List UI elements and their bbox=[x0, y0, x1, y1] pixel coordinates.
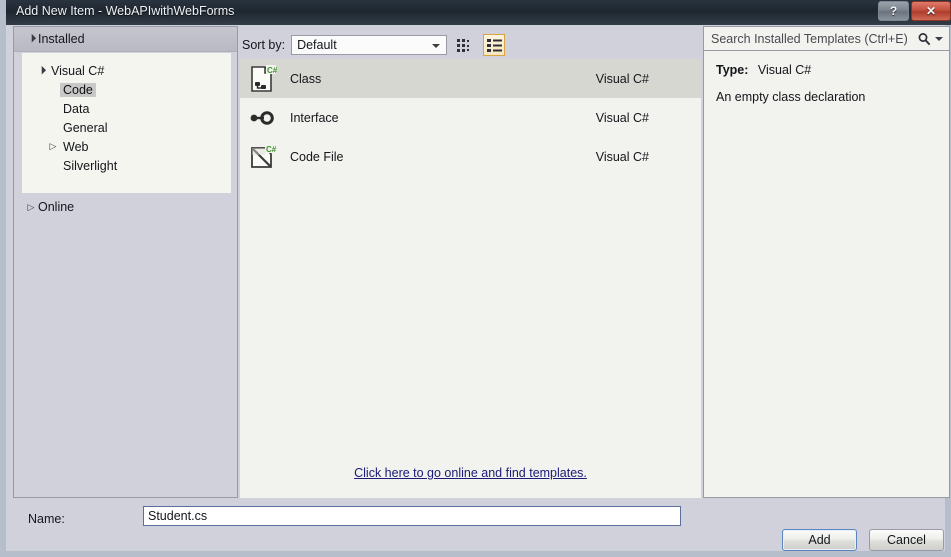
template-details-panel: Type: Visual C# An empty class declarati… bbox=[703, 51, 950, 498]
tree-node-list: Visual C# Code Data General Web Silverli… bbox=[22, 53, 231, 193]
tree-node-data[interactable]: Data bbox=[22, 99, 231, 118]
search-templates-box[interactable]: Search Installed Templates (Ctrl+E) bbox=[703, 26, 950, 51]
list-view-icon bbox=[487, 39, 502, 52]
add-new-item-dialog: Add New Item - WebAPIwithWebForms ? ✕ In… bbox=[0, 0, 951, 557]
interface-icon bbox=[246, 102, 278, 134]
tree-node-silverlight-label: Silverlight bbox=[60, 159, 120, 173]
tree-group-installed-label: Installed bbox=[38, 32, 85, 46]
dialog-title: Add New Item - WebAPIwithWebForms bbox=[16, 4, 234, 18]
tree-group-online-label: Online bbox=[38, 200, 74, 214]
tree-node-visual-csharp[interactable]: Visual C# bbox=[22, 61, 231, 80]
chevron-down-icon[interactable] bbox=[935, 37, 943, 41]
template-item-interface-name: Interface bbox=[290, 111, 339, 125]
tree-node-web[interactable]: Web bbox=[22, 137, 231, 156]
search-input[interactable]: Search Installed Templates (Ctrl+E) bbox=[711, 32, 917, 46]
template-item-code-file[interactable]: C# Code File Visual C# bbox=[240, 137, 701, 176]
template-type-value: Visual C# bbox=[758, 63, 811, 77]
template-description: An empty class declaration bbox=[716, 90, 939, 104]
svg-text:C#: C# bbox=[267, 66, 277, 75]
sort-toolbar: Sort by: Default bbox=[242, 33, 697, 57]
template-item-code-file-name: Code File bbox=[290, 150, 344, 164]
name-label: Name: bbox=[28, 512, 65, 526]
chevron-right-icon[interactable] bbox=[46, 142, 60, 151]
search-icon bbox=[917, 32, 931, 46]
add-button[interactable]: Add bbox=[782, 529, 857, 551]
tree-node-general[interactable]: General bbox=[22, 118, 231, 137]
close-button[interactable]: ✕ bbox=[911, 1, 951, 21]
sort-by-label: Sort by: bbox=[242, 38, 285, 52]
template-type-row: Type: Visual C# bbox=[716, 63, 939, 77]
tree-node-visual-csharp-label: Visual C# bbox=[48, 64, 107, 78]
template-item-class[interactable]: C# Class Visual C# bbox=[240, 59, 701, 98]
svg-text:C#: C# bbox=[266, 145, 277, 154]
template-item-class-language: Visual C# bbox=[596, 72, 649, 86]
medium-icons-view-icon bbox=[457, 38, 473, 52]
chevron-right-icon[interactable] bbox=[24, 203, 38, 212]
dialog-body: Installed Visual C# Code Data General bbox=[12, 25, 951, 551]
class-file-icon: C# bbox=[246, 63, 278, 95]
online-templates-link-area: Click here to go online and find templat… bbox=[240, 463, 701, 498]
online-templates-link[interactable]: Click here to go online and find templat… bbox=[354, 466, 587, 480]
chevron-down-icon[interactable] bbox=[24, 35, 38, 43]
code-file-icon: C# bbox=[246, 141, 278, 173]
chevron-down-icon[interactable] bbox=[34, 67, 48, 75]
tree-node-web-label: Web bbox=[60, 140, 91, 154]
sort-by-dropdown[interactable]: Default bbox=[291, 35, 447, 55]
template-item-class-name: Class bbox=[290, 72, 321, 86]
template-item-code-file-language: Visual C# bbox=[596, 150, 649, 164]
name-input[interactable] bbox=[143, 506, 681, 526]
template-item-interface-language: Visual C# bbox=[596, 111, 649, 125]
tree-group-installed[interactable]: Installed bbox=[14, 27, 237, 52]
tree-node-general-label: General bbox=[60, 121, 110, 135]
template-type-label: Type: bbox=[716, 63, 748, 77]
sort-by-value: Default bbox=[297, 38, 337, 52]
templates-list-panel: Sort by: Default bbox=[238, 26, 703, 498]
tree-node-code[interactable]: Code bbox=[22, 80, 231, 99]
tree-node-code-label: Code bbox=[60, 83, 96, 97]
help-button[interactable]: ? bbox=[878, 1, 909, 21]
tree-node-silverlight[interactable]: Silverlight bbox=[22, 156, 231, 175]
dialog-title-bar[interactable]: Add New Item - WebAPIwithWebForms ? ✕ bbox=[6, 0, 951, 25]
templates-tree-panel: Installed Visual C# Code Data General bbox=[13, 26, 238, 498]
list-view-button[interactable] bbox=[483, 34, 505, 56]
template-item-interface[interactable]: Interface Visual C# bbox=[240, 98, 701, 137]
medium-icons-view-button[interactable] bbox=[454, 34, 476, 56]
cancel-button[interactable]: Cancel bbox=[869, 529, 944, 551]
chevron-down-icon bbox=[432, 44, 440, 48]
tree-node-data-label: Data bbox=[60, 102, 92, 116]
templates-list[interactable]: C# Class Visual C# bbox=[240, 59, 701, 463]
tree-group-online[interactable]: Online bbox=[14, 194, 237, 220]
